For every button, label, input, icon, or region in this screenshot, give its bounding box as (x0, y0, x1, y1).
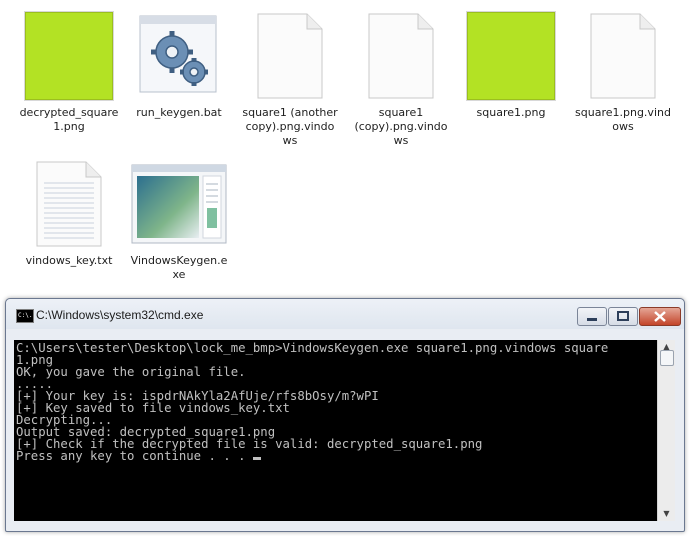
file-item-run-keygen-bat[interactable]: run_keygen.bat (129, 10, 229, 140)
file-item-square1-copy[interactable]: square1 (copy).png.vindo ws (351, 10, 451, 150)
blank-document-icon (257, 13, 323, 99)
batch-file-gear-icon (139, 15, 217, 93)
file-label: decrypted_square 1.png (19, 106, 119, 133)
maximize-icon (617, 311, 629, 321)
cmd-window[interactable]: C:\. C:\Windows\system32\cmd.exe C:\User… (5, 298, 685, 532)
file-item-square1-png-vindows[interactable]: square1.png.vind ows (573, 10, 673, 140)
console-output[interactable]: C:\Users\tester\Desktop\lock_me_bmp>Vind… (14, 340, 657, 521)
blank-document-icon (368, 13, 434, 99)
file-label: run_keygen.bat (136, 106, 222, 119)
close-icon (654, 311, 666, 322)
blank-document-icon (590, 13, 656, 99)
cmd-window-title: C:\Windows\system32\cmd.exe (36, 308, 204, 322)
file-label: VindowsKeygen.e xe (130, 254, 228, 281)
file-item-square1-another-copy[interactable]: square1 (another copy).png.vindo ws (240, 10, 340, 150)
console-line: C:\Users\tester\Desktop\lock_me_bmp>Vind… (16, 341, 609, 355)
green-image-thumbnail (467, 12, 555, 100)
application-window-icon (131, 164, 227, 244)
file-item-vindowskeygen-exe[interactable]: VindowsKeygen.e xe (129, 158, 229, 288)
minimize-icon (587, 318, 597, 321)
file-label: vindows_key.txt (25, 254, 113, 267)
minimize-button[interactable] (577, 307, 607, 326)
file-label: square1 (another copy).png.vindo ws (242, 106, 338, 147)
console-scrollbar[interactable]: ▲ ▼ (657, 340, 675, 521)
file-item-decrypted-square1[interactable]: decrypted_square 1.png (19, 10, 119, 140)
text-document-icon (36, 161, 102, 247)
console-text: C:\Users\tester\Desktop\lock_me_bmp>Vind… (14, 340, 657, 464)
file-label: square1 (copy).png.vindo ws (354, 106, 448, 147)
file-explorer-view: decrypted_square 1.png run_keygen.bat sq… (0, 0, 694, 296)
scrollbar-thumb[interactable] (660, 350, 674, 366)
scroll-down-arrow-icon[interactable]: ▼ (658, 507, 675, 521)
file-label: square1.png (476, 106, 546, 119)
file-item-square1-png[interactable]: square1.png (461, 10, 561, 140)
green-image-thumbnail (25, 12, 113, 100)
console-line: Press any key to continue . . . (16, 449, 253, 463)
cmd-icon: C:\. (16, 309, 34, 323)
file-label: square1.png.vind ows (575, 106, 671, 133)
file-item-vindows-key-txt[interactable]: vindows_key.txt (19, 158, 119, 288)
text-cursor (252, 457, 261, 460)
cmd-titlebar[interactable]: C:\. C:\Windows\system32\cmd.exe (6, 299, 684, 329)
maximize-button[interactable] (608, 307, 638, 326)
close-button[interactable] (639, 307, 681, 326)
